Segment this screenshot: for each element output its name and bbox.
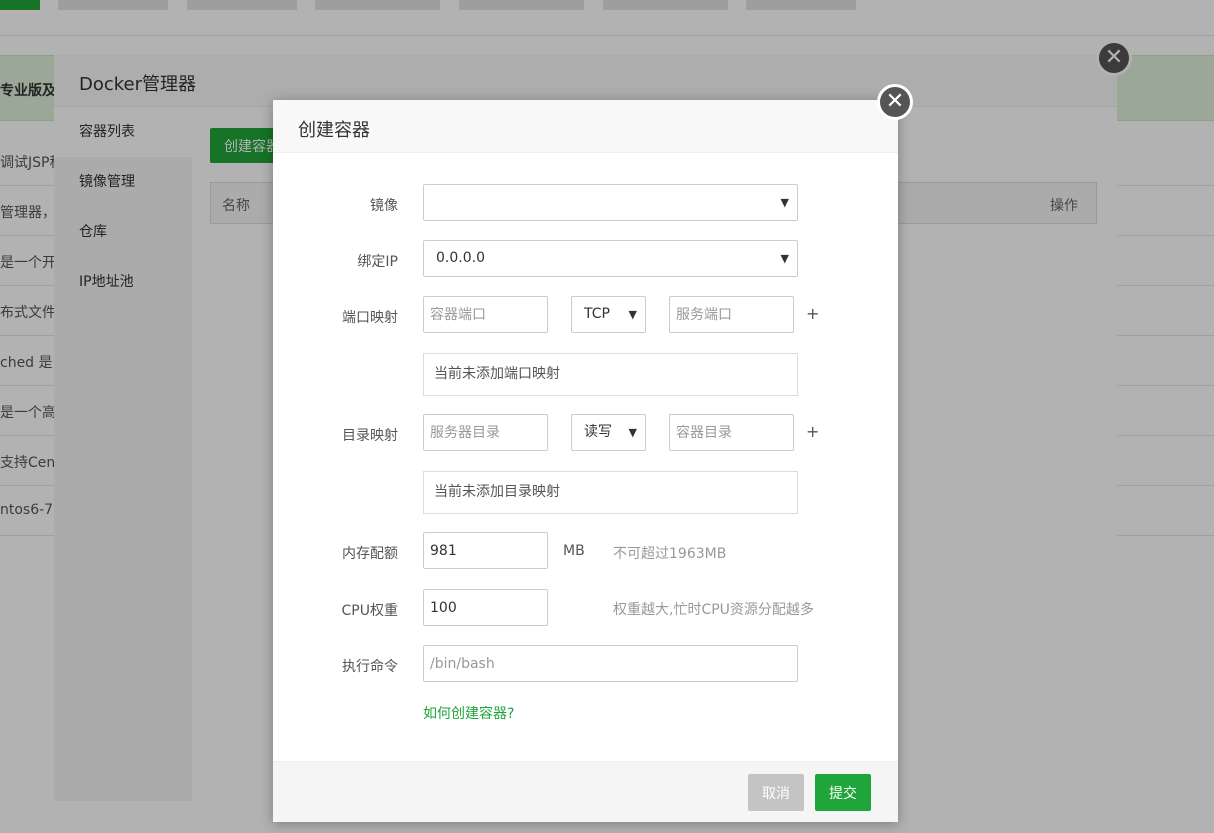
container-port-input[interactable] xyxy=(423,296,548,333)
dialog-header: 创建容器 xyxy=(273,100,898,153)
cpu-field[interactable] xyxy=(430,590,547,625)
image-select[interactable]: ▼ xyxy=(423,184,798,221)
bind-ip-label: 绑定IP xyxy=(357,254,398,270)
protocol-select[interactable]: TCP ▼ xyxy=(571,296,646,333)
command-label: 执行命令 xyxy=(342,659,398,675)
close-icon[interactable]: ✕ xyxy=(877,84,913,120)
add-dir-button[interactable]: + xyxy=(806,422,819,441)
submit-button[interactable]: 提交 xyxy=(815,774,871,811)
container-port-field[interactable] xyxy=(430,297,547,332)
server-dir-input[interactable] xyxy=(423,414,548,451)
chevron-down-icon: ▼ xyxy=(780,196,789,209)
server-dir-field[interactable] xyxy=(430,415,547,450)
memory-hint: 不可超过1963MB xyxy=(613,546,727,562)
memory-label: 内存配额 xyxy=(342,546,398,562)
port-mapping-list: 当前未添加端口映射 xyxy=(423,353,798,396)
bind-ip-value: 0.0.0.0 xyxy=(436,250,485,266)
chevron-down-icon: ▼ xyxy=(628,426,637,439)
memory-unit: MB xyxy=(563,543,585,559)
mode-value: 读写 xyxy=(584,424,612,440)
command-field[interactable] xyxy=(430,646,797,681)
dir-mapping-list: 当前未添加目录映射 xyxy=(423,471,798,514)
dialog-title: 创建容器 xyxy=(298,120,370,141)
service-port-input[interactable] xyxy=(669,296,794,333)
container-dir-input[interactable] xyxy=(669,414,794,451)
bind-ip-select[interactable]: 0.0.0.0 ▼ xyxy=(423,240,798,277)
memory-field[interactable] xyxy=(430,533,547,568)
chevron-down-icon: ▼ xyxy=(628,308,637,321)
command-input[interactable] xyxy=(423,645,798,682)
create-container-dialog: 创建容器 镜像 ▼ 绑定IP 0.0.0.0 ▼ 端口映射 TCP ▼ + 当前… xyxy=(273,100,898,822)
protocol-value: TCP xyxy=(584,306,610,322)
image-label: 镜像 xyxy=(370,198,398,214)
container-dir-field[interactable] xyxy=(676,415,793,450)
cpu-input[interactable] xyxy=(423,589,548,626)
dir-mapping-label: 目录映射 xyxy=(342,428,398,444)
cpu-label: CPU权重 xyxy=(341,603,398,619)
cancel-button[interactable]: 取消 xyxy=(748,774,804,811)
dialog-footer: 取消 提交 xyxy=(273,761,898,822)
mode-select[interactable]: 读写 ▼ xyxy=(571,414,646,451)
port-mapping-label: 端口映射 xyxy=(342,310,398,326)
help-link[interactable]: 如何创建容器? xyxy=(423,703,514,723)
memory-input[interactable] xyxy=(423,532,548,569)
service-port-field[interactable] xyxy=(676,297,793,332)
chevron-down-icon: ▼ xyxy=(780,252,789,265)
cpu-hint: 权重越大,忙时CPU资源分配越多 xyxy=(613,602,814,618)
add-port-button[interactable]: + xyxy=(806,304,819,323)
